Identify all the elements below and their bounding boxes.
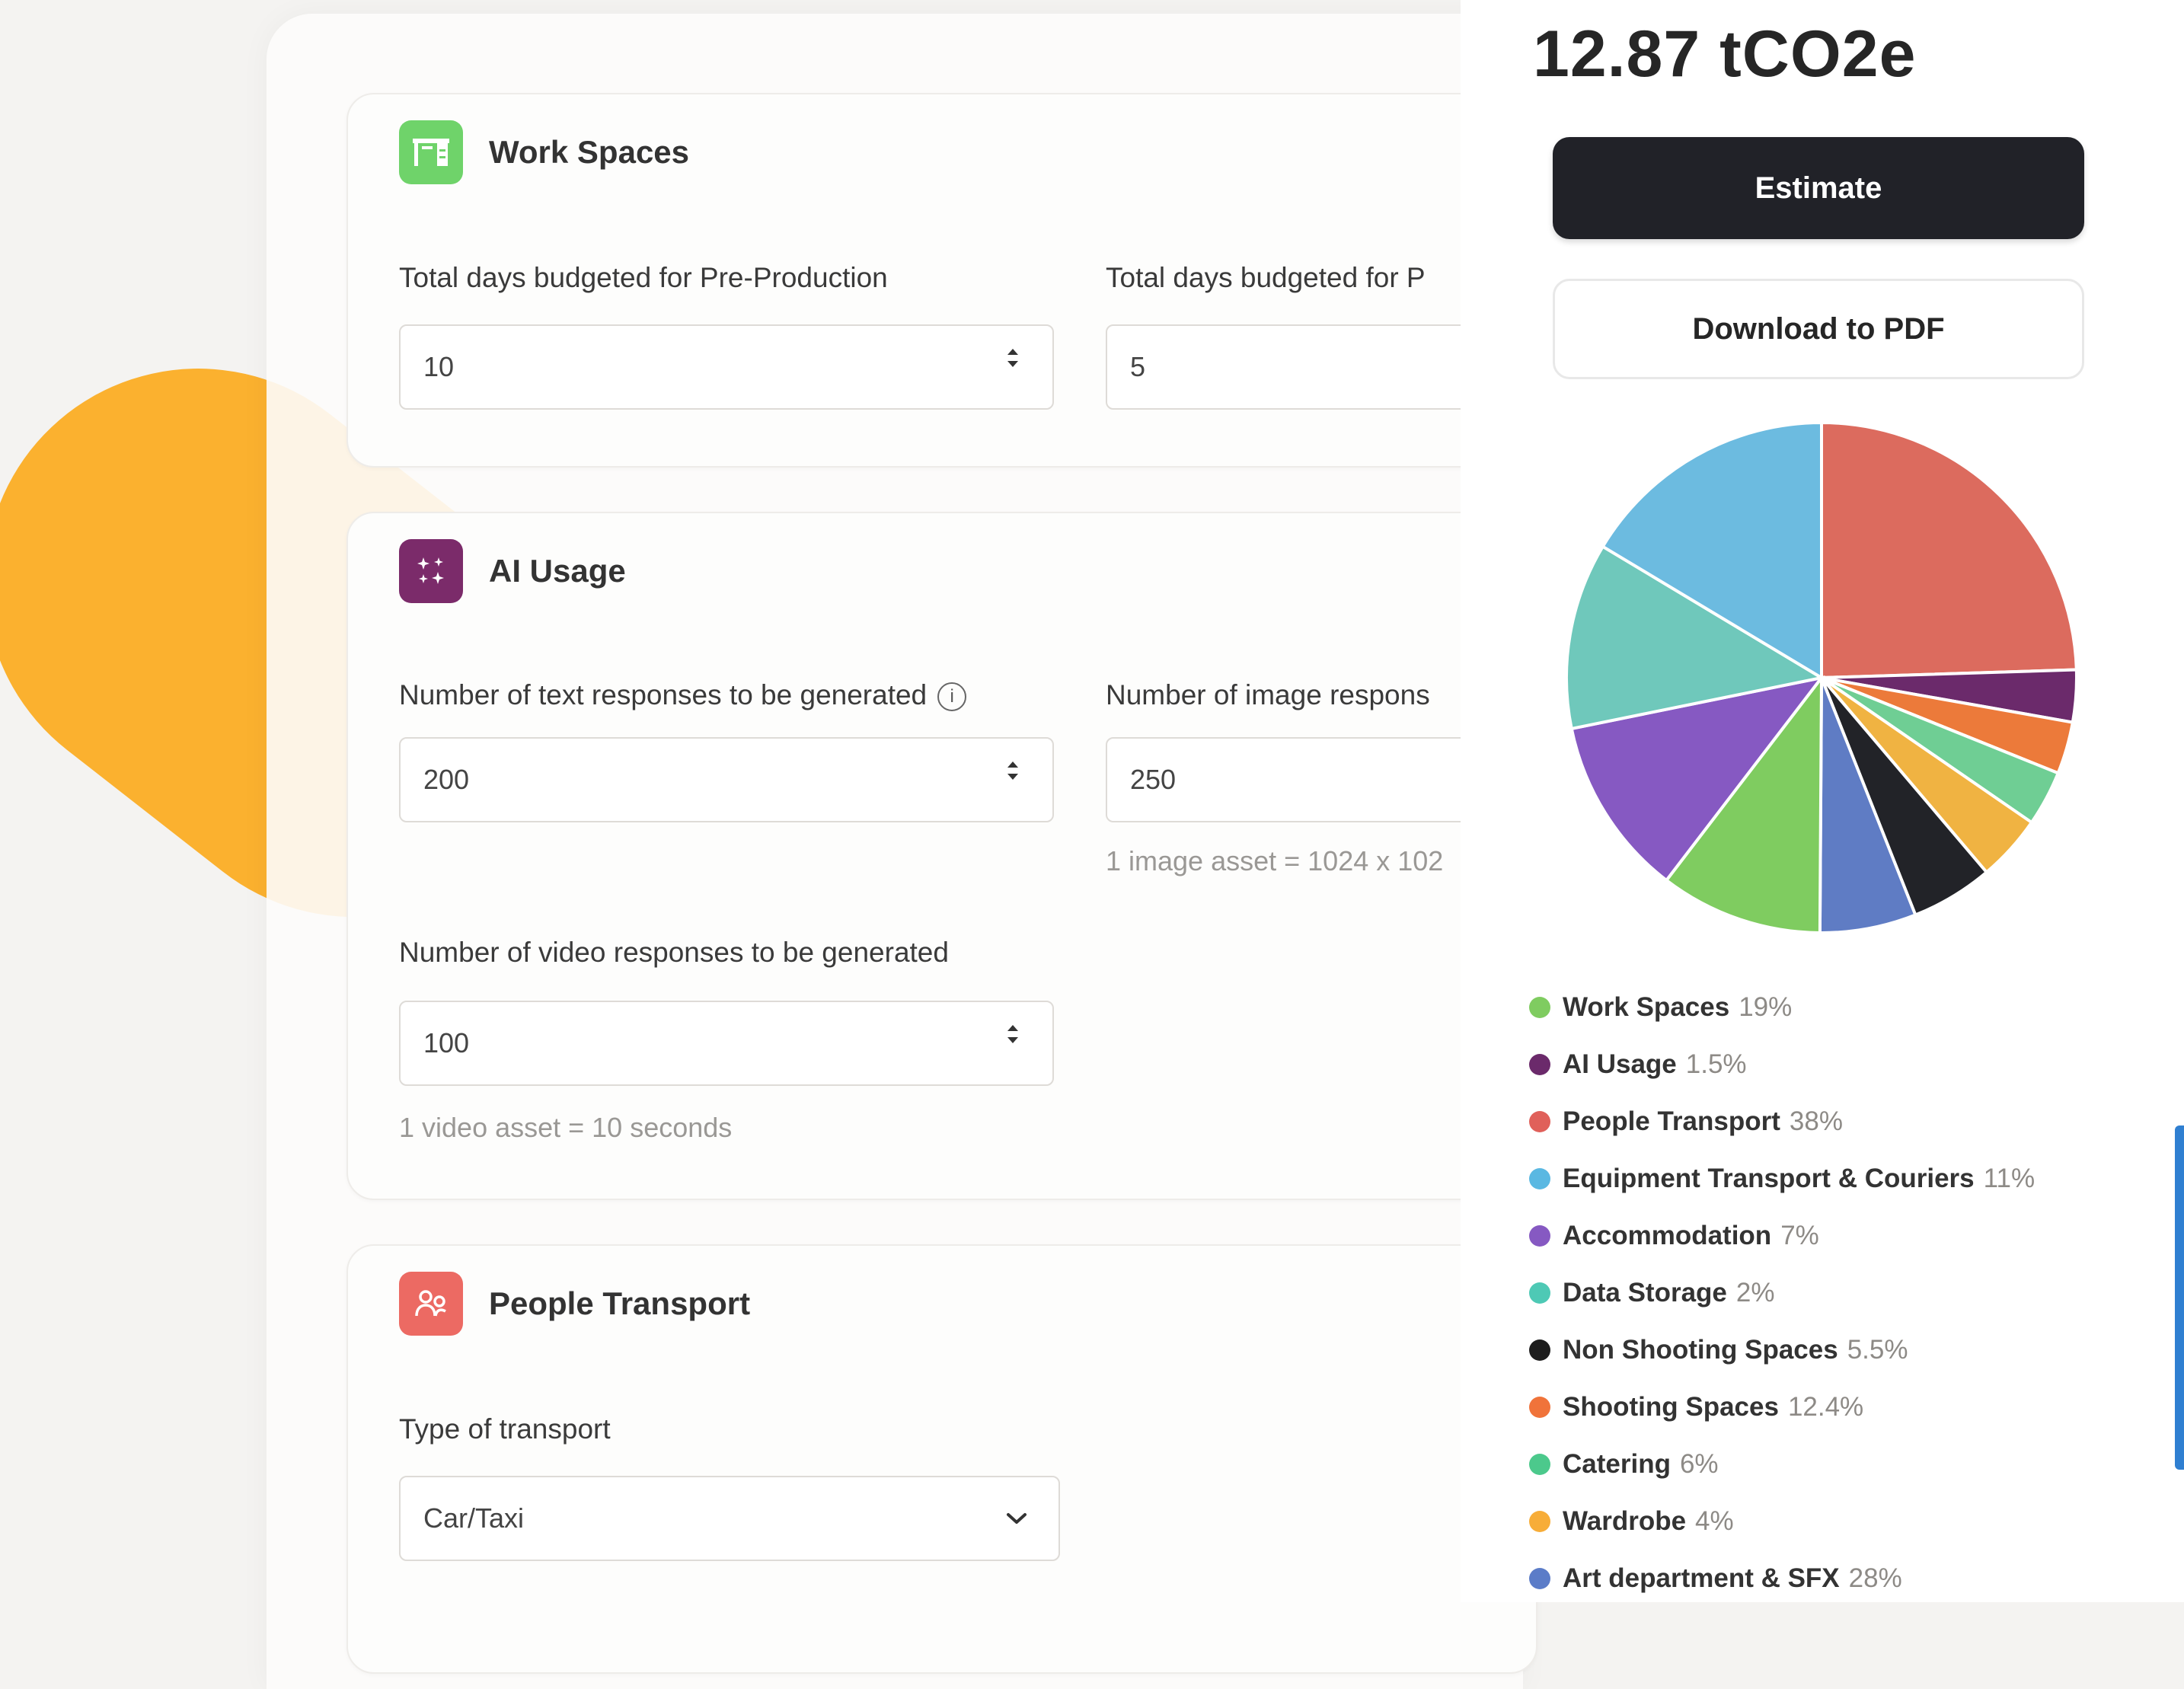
video-responses-label: Number of video responses to be generate… [399,937,949,968]
work-spaces-card: Work Spaces Total days budgeted for Pre-… [346,93,1761,468]
legend-item[interactable]: Accommodation 7% [1529,1207,2035,1264]
info-icon[interactable]: i [937,682,967,712]
pre-production-stepper[interactable] [1005,349,1020,367]
video-responses-input[interactable]: 100 [399,1001,1054,1086]
legend-value: 11% [1983,1163,2036,1193]
legend-name: Data Storage [1563,1277,1727,1307]
chevron-down-icon [1007,1513,1027,1524]
image-asset-hint: 1 image asset = 1024 x 102 [1106,845,1444,876]
ai-usage-card: AI Usage Number of text responses to be … [346,512,1761,1200]
image-responses-value: 250 [1130,764,1177,795]
pre-production-value: 10 [423,351,455,382]
legend-dot-icon [1529,1339,1550,1361]
legend-value: 6% [1679,1448,1719,1479]
legend-name: Shooting Spaces [1563,1391,1779,1422]
legend-name: Art department & SFX [1563,1563,1840,1593]
stepper-up-icon[interactable] [1007,349,1018,355]
legend-item[interactable]: Wardrobe 4% [1529,1493,2035,1550]
legend-name: Catering [1563,1448,1671,1479]
legend-value: 28% [1848,1563,1902,1593]
legend-value: 19% [1739,991,1793,1022]
pie-slice-art-department-sfx-0[interactable] [1820,420,2078,680]
legend-name: Accommodation [1563,1220,1772,1250]
stepper-up-icon[interactable] [1007,1025,1018,1031]
legend-value: 7% [1780,1220,1819,1250]
stepper-up-icon[interactable] [1007,761,1018,768]
legend-value: 12.4% [1787,1391,1864,1422]
legend-dot-icon [1529,1167,1550,1189]
total-emissions: 12.87 tCO2e [1533,18,1917,91]
sparkles-icon [399,539,463,603]
production-value: 5 [1130,351,1146,382]
legend-name: Non Shooting Spaces [1563,1334,1838,1365]
stepper-down-icon[interactable] [1007,774,1018,780]
text-responses-label: Number of text responses to be generated… [399,679,967,712]
legend-name: Work Spaces [1563,991,1730,1022]
legend-value: 2% [1735,1277,1775,1307]
pre-production-label: Total days budgeted for Pre-Production [399,262,888,293]
legend-item[interactable]: Equipment Transport & Couriers 11% [1529,1150,2035,1207]
legend-value: 5.5% [1847,1334,1908,1365]
transport-type-select[interactable]: Car/Taxi [399,1476,1060,1561]
transport-type-value: Car/Taxi [423,1502,525,1534]
legend-value: 1.5% [1685,1049,1747,1079]
legend-item[interactable]: Catering 6% [1529,1435,2035,1493]
workspace-icon [399,120,463,184]
video-responses-stepper[interactable] [1005,1025,1020,1043]
work-spaces-header: Work Spaces [399,120,689,184]
legend-dot-icon [1529,1053,1550,1075]
legend-item[interactable]: Work Spaces 19% [1529,979,2035,1036]
text-responses-input[interactable]: 200 [399,737,1054,822]
stepper-down-icon[interactable] [1007,361,1018,367]
text-responses-value: 200 [423,764,470,795]
legend-item[interactable]: People Transport 38% [1529,1093,2035,1150]
legend-dot-icon [1529,996,1550,1018]
stepper-down-icon[interactable] [1007,1037,1018,1043]
legend-dot-icon [1529,1453,1550,1475]
legend-item[interactable]: Non Shooting Spaces 5.5% [1529,1321,2035,1378]
legend-item[interactable]: Shooting Spaces 12.4% [1529,1378,2035,1435]
legend-dot-icon [1529,1510,1550,1532]
legend-value: 4% [1695,1505,1734,1536]
people-transport-header: People Transport [399,1272,750,1336]
legend-name: AI Usage [1563,1049,1677,1079]
people-transport-title: People Transport [489,1285,751,1321]
text-responses-stepper[interactable] [1005,761,1020,780]
people-icon [399,1272,463,1336]
video-responses-value: 100 [423,1027,470,1058]
legend-item[interactable]: Data Storage 2% [1529,1264,2035,1321]
legend-dot-icon [1529,1396,1550,1418]
chart-legend: Work Spaces 19% AI Usage 1.5% People Transpo… [1529,979,2035,1602]
image-responses-label: Number of image respons [1106,679,1430,710]
summary-panel: 12.87 tCO2e Estimate Download to PDF Wor… [1461,0,2184,1602]
ai-usage-title: AI Usage [489,553,626,589]
text-responses-label-text: Number of text responses to be generated [399,679,928,710]
download-pdf-button[interactable]: Download to PDF [1553,279,2084,379]
estimate-button[interactable]: Estimate [1553,137,2084,239]
legend-name: Equipment Transport & Couriers [1563,1163,1975,1193]
ai-usage-header: AI Usage [399,539,626,603]
legend-dot-icon [1529,1110,1550,1132]
pie-svg [1565,420,2078,935]
video-asset-hint: 1 video asset = 10 seconds [399,1112,733,1143]
legend-name: People Transport [1563,1106,1780,1136]
legend-value: 38% [1789,1106,1843,1136]
legend-dot-icon [1529,1567,1550,1589]
people-transport-card: People Transport Type of transport Car/T… [346,1244,1537,1674]
emissions-pie-chart [1461,381,2184,959]
legend-dot-icon [1529,1282,1550,1304]
scrollbar-thumb[interactable] [2175,1125,2184,1470]
pre-production-input[interactable]: 10 [399,324,1054,410]
legend-name: Wardrobe [1563,1505,1687,1536]
legend-dot-icon [1529,1224,1550,1247]
legend-item[interactable]: AI Usage 1.5% [1529,1036,2035,1093]
production-label: Total days budgeted for P [1106,262,1426,293]
transport-type-label: Type of transport [399,1413,611,1445]
work-spaces-title: Work Spaces [489,134,690,170]
legend-item[interactable]: Art department & SFX 28% [1529,1550,2035,1602]
